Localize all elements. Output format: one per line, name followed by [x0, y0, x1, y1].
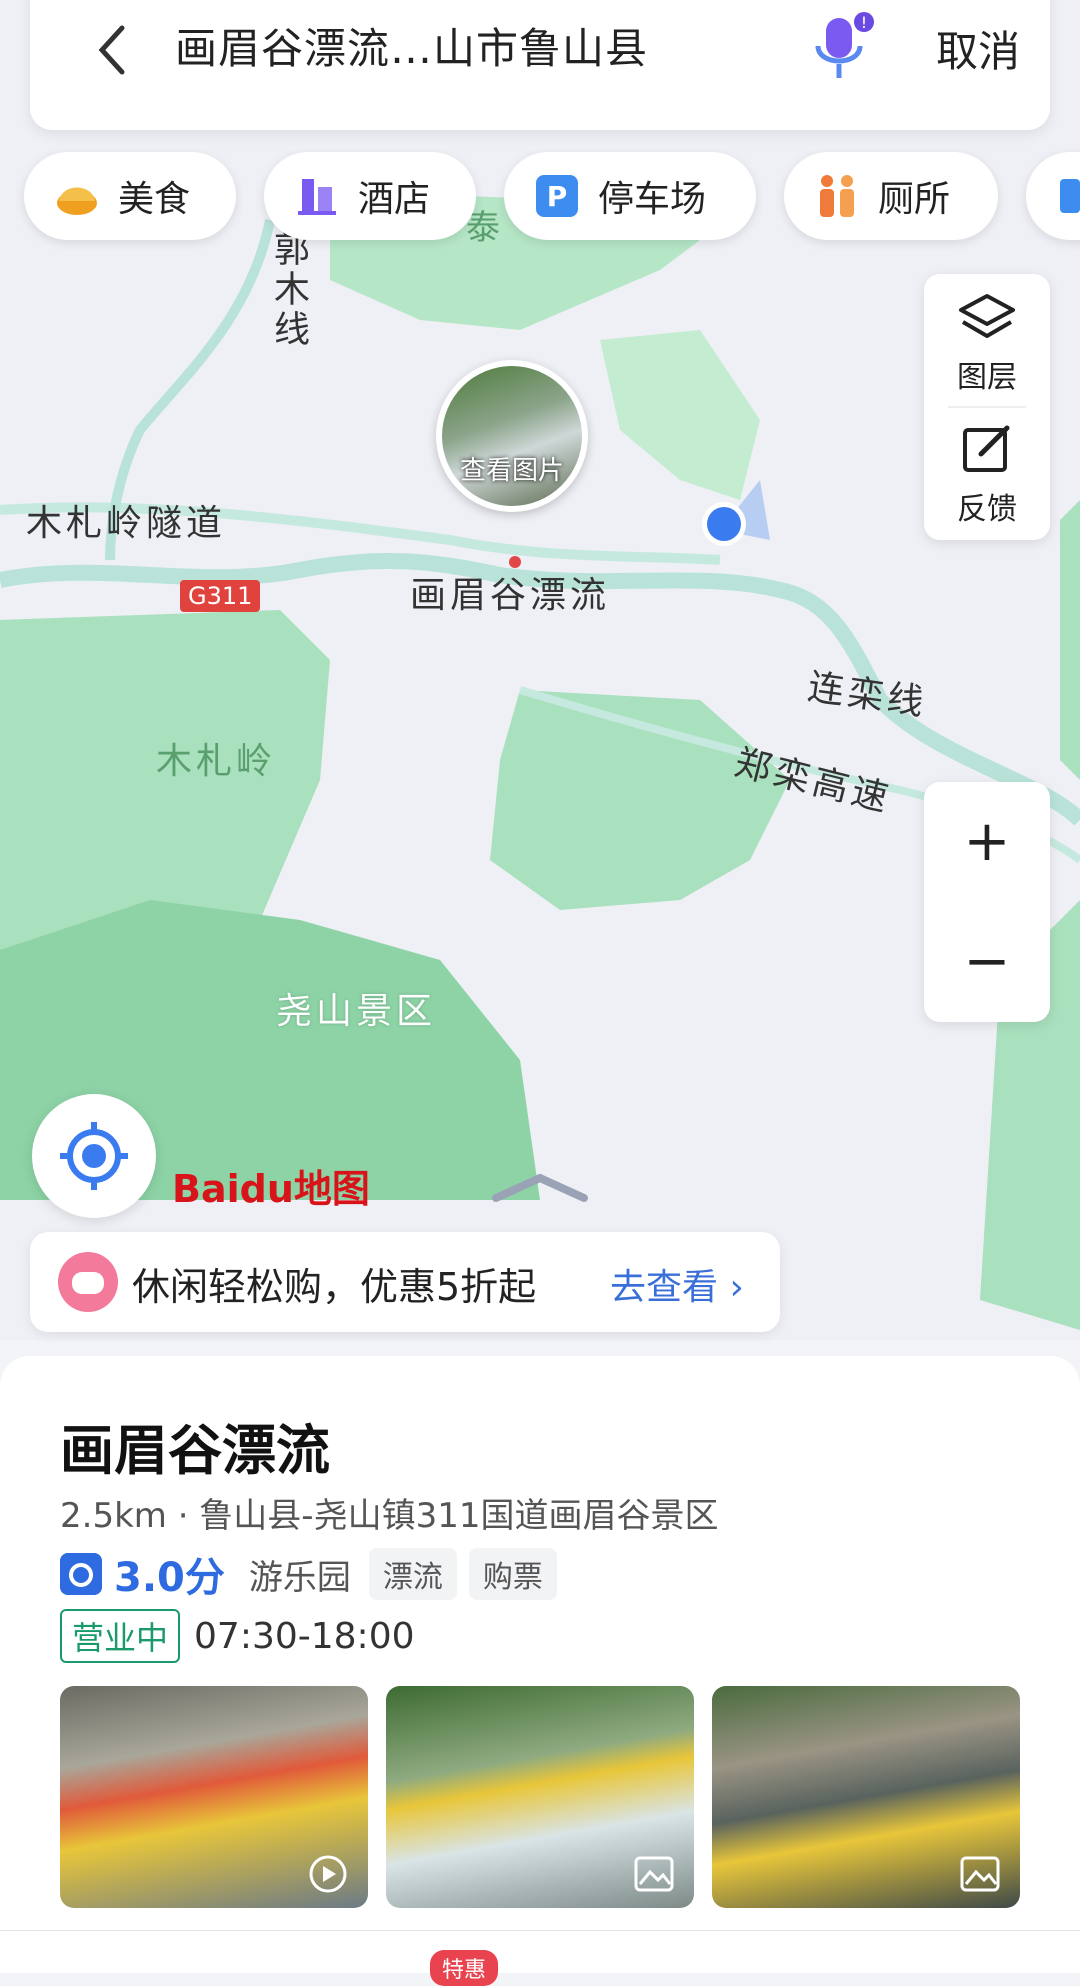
- place-tag: 漂流: [368, 1548, 457, 1600]
- chip-hotel[interactable]: 酒店: [264, 152, 476, 240]
- tunnel-label: 木札岭隧道: [26, 503, 227, 544]
- crosshair-icon: [60, 1122, 128, 1190]
- search-bar: 画眉谷漂流…山市鲁山县 ! 取消: [30, 0, 1050, 130]
- toilet-icon: [820, 175, 854, 217]
- layers-label: 图层: [957, 360, 1017, 395]
- photo-bubble[interactable]: 查看图片: [436, 360, 588, 512]
- photo-item[interactable]: [712, 1686, 1020, 1908]
- svg-text:P: P: [547, 180, 568, 213]
- gamepad-icon: [58, 1252, 118, 1312]
- back-arrow-icon[interactable]: [92, 20, 132, 80]
- chip-food[interactable]: 美食: [24, 152, 236, 240]
- baidu-map-logo: Baidu地图: [172, 1167, 370, 1211]
- photo-item[interactable]: [60, 1686, 368, 1908]
- discount-badge: 特惠: [430, 1950, 499, 1986]
- promo-text: 休闲轻松购，优惠5折起: [132, 1265, 537, 1309]
- microphone-icon[interactable]: !: [808, 8, 878, 88]
- hotel-icon: [298, 179, 336, 215]
- zoom-in-button[interactable]: +: [924, 782, 1050, 902]
- zoom-out-button[interactable]: −: [924, 902, 1050, 1022]
- svg-text:!: !: [861, 13, 867, 32]
- road-label: 郭木线: [268, 230, 309, 350]
- rating-row: 3.0分 游乐园 漂流 购票: [60, 1546, 569, 1602]
- layers-button[interactable]: 图层: [924, 292, 1050, 396]
- image-icon: [634, 1856, 674, 1892]
- hours-row: 营业中 07:30-18:00: [60, 1609, 415, 1663]
- category-chips: 美食 酒店 P 停车场 厕所: [0, 152, 1080, 242]
- promo-banner[interactable]: 休闲轻松购，优惠5折起 去查看 ›: [30, 1232, 780, 1332]
- food-icon: [57, 187, 97, 215]
- bottom-action-bar: [0, 1930, 1080, 1973]
- search-query[interactable]: 画眉谷漂流…山市鲁山县: [175, 15, 648, 76]
- place-detail-card: 画眉谷漂流 2.5km · 鲁山县-尧山镇311国道画眉谷景区 3.0分 游乐园…: [0, 1356, 1080, 1972]
- layers-icon: [959, 294, 1015, 338]
- view-photo-label: 查看图片: [459, 456, 564, 486]
- chip-parking[interactable]: P 停车场: [504, 152, 756, 240]
- place-category: 游乐园: [248, 1557, 351, 1598]
- chip-label: 停车场: [598, 179, 707, 220]
- chip-toilet[interactable]: 厕所: [784, 152, 998, 240]
- promo-link[interactable]: 去查看 ›: [610, 1258, 744, 1310]
- chip-label: 厕所: [878, 179, 951, 220]
- feedback-edit-icon: [963, 425, 1010, 472]
- feedback-label: 反馈: [957, 492, 1017, 527]
- status-badge: 营业中: [60, 1609, 181, 1663]
- parking-icon: P: [536, 175, 578, 217]
- map-tools-panel: 图层 反馈: [924, 274, 1050, 540]
- place-distance-address: 2.5km · 鲁山县-尧山镇311国道画眉谷景区: [60, 1496, 719, 1536]
- poi-label[interactable]: 画眉谷漂流: [410, 566, 610, 618]
- cancel-button[interactable]: 取消: [936, 18, 1020, 79]
- more-category-icon: [1060, 179, 1080, 213]
- area-label: 尧山景区: [276, 991, 437, 1032]
- chip-label: 美食: [118, 179, 191, 220]
- opening-hours: 07:30-18:00: [194, 1615, 415, 1657]
- locate-me-button[interactable]: [32, 1094, 156, 1218]
- zoom-control: + −: [924, 782, 1050, 1022]
- photo-item[interactable]: [386, 1686, 694, 1908]
- feedback-button[interactable]: 反馈: [924, 422, 1050, 528]
- place-title: 画眉谷漂流: [60, 1419, 330, 1482]
- chip-label: 酒店: [358, 179, 431, 220]
- drag-handle-icon[interactable]: [490, 1172, 590, 1202]
- highway-badge: G311: [180, 580, 261, 612]
- play-icon: [309, 1855, 347, 1893]
- image-icon: [960, 1856, 1000, 1892]
- divider: [948, 406, 1026, 408]
- rating-badge-icon: [60, 1553, 102, 1595]
- photo-gallery: [60, 1686, 1020, 1908]
- area-label: 木札岭: [156, 741, 277, 782]
- chip-more[interactable]: [1026, 152, 1080, 240]
- place-tag[interactable]: 购票: [468, 1548, 557, 1600]
- rating-score: 3.0分: [114, 1555, 225, 1601]
